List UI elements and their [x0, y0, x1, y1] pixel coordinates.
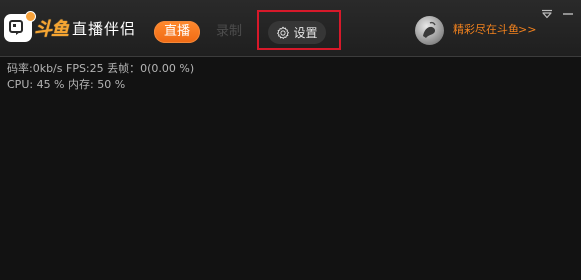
title-bar: 斗鱼 直播伴侣 直播 录制 设置 精彩尽在斗鱼 >>: [0, 0, 581, 57]
stats-bitrate-fps-line: 码率:0kb/s FPS:25 丢帧：0(0.00 %): [7, 62, 195, 75]
minimize-icon[interactable]: [561, 8, 575, 20]
douyu-logo: 斗鱼: [4, 11, 69, 45]
logo-text: 斗鱼: [34, 19, 69, 40]
settings-label: 设置: [293, 26, 318, 40]
stream-stats: 码率:0kb/s FPS:25 丢帧：0(0.00 %) CPU: 45 % 内…: [7, 61, 194, 93]
promo-link[interactable]: 精彩尽在斗鱼: [453, 23, 519, 37]
app-title: 直播伴侣: [72, 20, 137, 38]
tab-live[interactable]: 直播: [154, 21, 200, 43]
tab-record[interactable]: 录制: [211, 21, 247, 43]
dropdown-triangle-icon[interactable]: [540, 8, 554, 20]
stats-cpu-memory-line: CPU: 45 % 内存: 50 %: [7, 78, 126, 91]
promo-arrow-icon[interactable]: >>: [518, 23, 536, 37]
user-avatar[interactable]: [415, 16, 444, 45]
logo-mark-icon: [4, 11, 36, 42]
app-window: 斗鱼 直播伴侣 直播 录制 设置 精彩尽在斗鱼 >> 码率:0kb/s FPS:…: [0, 0, 581, 280]
gear-icon: [276, 26, 290, 40]
settings-button[interactable]: 设置: [268, 21, 326, 44]
logo-badge-icon: [25, 11, 36, 22]
